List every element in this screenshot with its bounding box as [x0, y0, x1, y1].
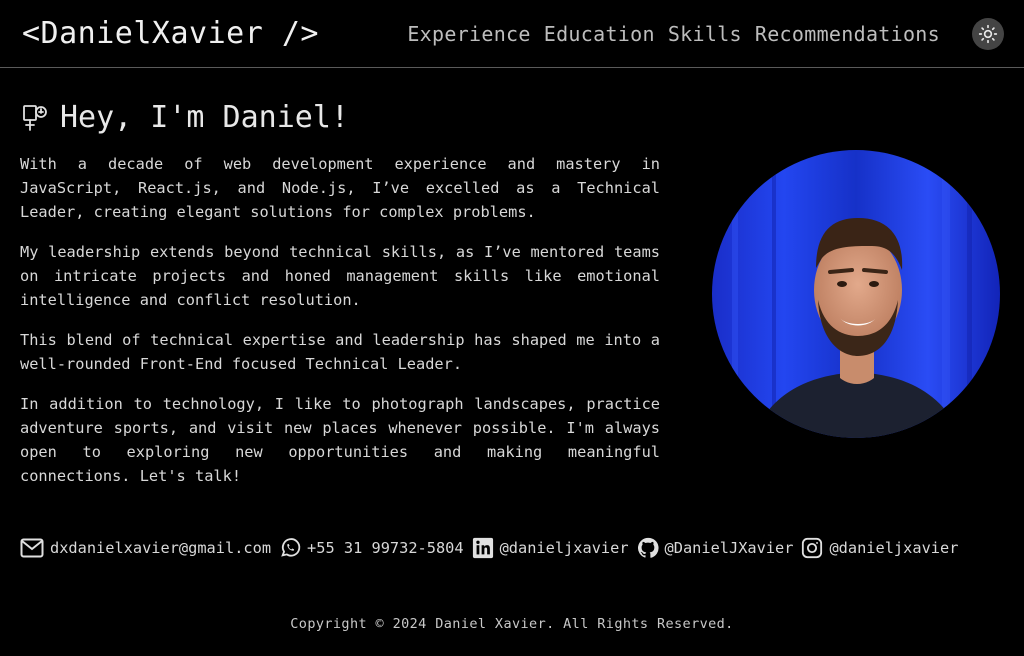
nav-education[interactable]: Education	[544, 20, 655, 48]
contact-linkedin-link[interactable]: @danieljxavier	[472, 537, 629, 559]
whatsapp-icon	[281, 538, 301, 557]
profile-photo	[712, 150, 1000, 438]
bio-paragraph: My leadership extends beyond technical s…	[20, 243, 660, 309]
site-footer: Copyright © 2024 Daniel Xavier. All Righ…	[0, 614, 1024, 634]
instagram-icon	[802, 537, 823, 559]
copyright-text: Copyright © 2024 Daniel Xavier. All Righ…	[290, 616, 734, 632]
sun-icon	[978, 24, 998, 44]
main-nav: Experience Education Skills Recommendati…	[407, 20, 940, 48]
contact-instagram-label: @danieljxavier	[829, 539, 959, 557]
bio-section: With a decade of web development experie…	[20, 152, 660, 504]
linkedin-icon	[472, 537, 493, 559]
site-header: <DanielXavier /> Experience Education Sk…	[0, 0, 1024, 68]
contact-instagram-link[interactable]: @danieljxavier	[801, 537, 958, 559]
github-icon	[637, 537, 659, 558]
contact-links: dxdanielxavier@gmail.com +55 31 99732-58…	[20, 534, 966, 562]
contact-email-label: dxdanielxavier@gmail.com	[50, 539, 272, 557]
site-logo[interactable]: <DanielXavier />	[22, 14, 319, 54]
nav-skills[interactable]: Skills	[668, 20, 742, 48]
contact-github-link[interactable]: @DanielJXavier	[637, 537, 794, 559]
contact-whatsapp-link[interactable]: +55 31 99732-5804	[279, 537, 464, 559]
theme-toggle-button[interactable]	[972, 18, 1004, 50]
contact-email-link[interactable]: dxdanielxavier@gmail.com	[20, 538, 271, 558]
nav-recommendations[interactable]: Recommendations	[755, 20, 940, 48]
bio-paragraph: With a decade of web development experie…	[20, 155, 660, 221]
bio-paragraph: In addition to technology, I like to pho…	[20, 395, 660, 485]
nav-experience[interactable]: Experience	[407, 20, 530, 48]
email-icon	[20, 538, 44, 558]
contact-whatsapp-label: +55 31 99732-5804	[307, 539, 464, 557]
bio-paragraph: This blend of technical expertise and le…	[20, 331, 660, 373]
page-title: Hey, I'm Daniel!	[60, 100, 349, 135]
contact-github-label: @DanielJXavier	[664, 539, 794, 557]
hero-heading: Hey, I'm Daniel!	[22, 98, 349, 138]
contact-linkedin-label: @danieljxavier	[499, 539, 629, 557]
notebook-icon	[23, 105, 47, 131]
